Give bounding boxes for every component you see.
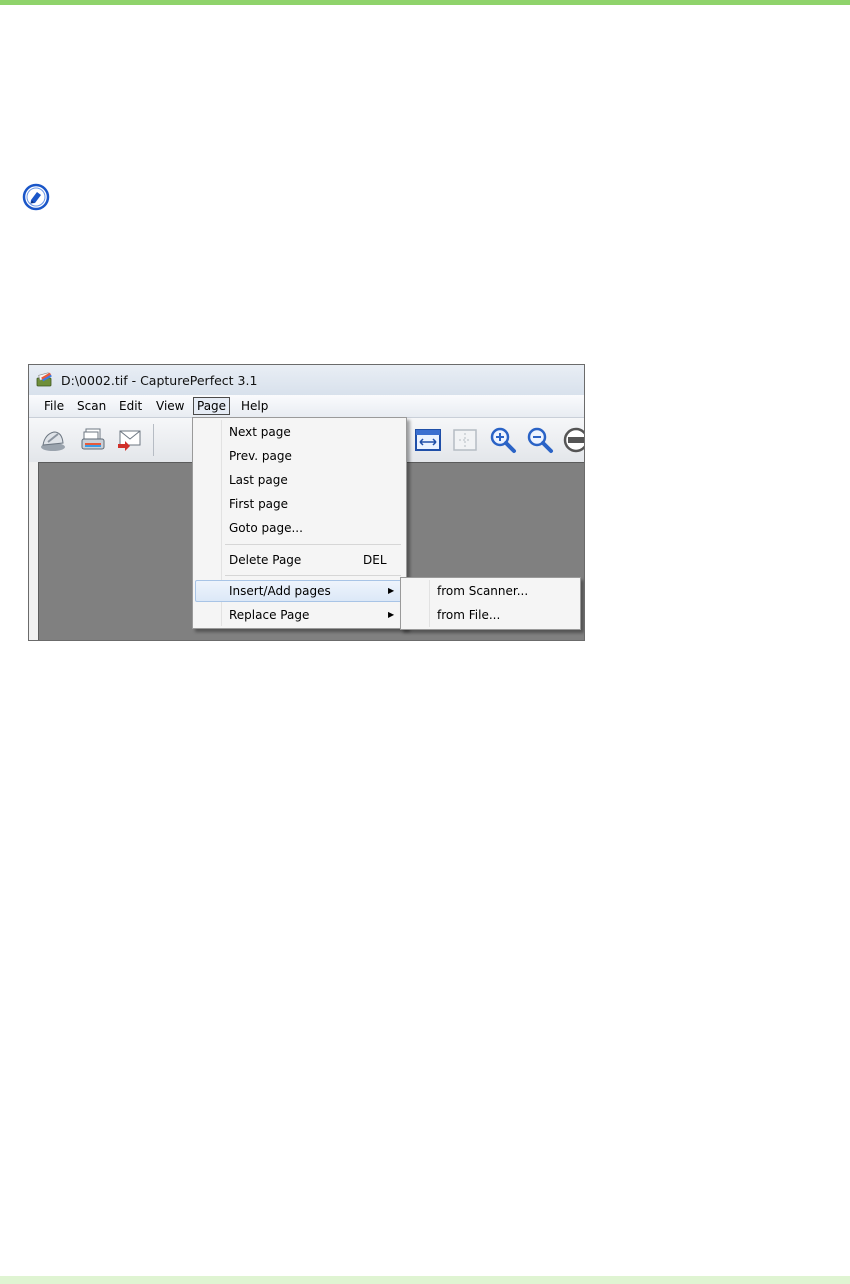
menu-item-replace-page[interactable]: Replace Page ▶: [195, 604, 404, 626]
toolbar-separator: [153, 424, 154, 456]
note-pencil-icon: [22, 183, 50, 211]
menu-bar: File Scan Edit View Page Help: [29, 395, 584, 418]
title-bar: D:\0002.tif - CapturePerfect 3.1: [29, 365, 584, 395]
menu-item-prev-page[interactable]: Prev. page: [195, 445, 404, 467]
insert-pages-submenu: from Scanner... from File...: [400, 577, 581, 630]
menu-page[interactable]: Page: [193, 397, 231, 415]
menu-item-insert-add-pages[interactable]: Insert/Add pages ▶: [195, 580, 406, 602]
menu-file[interactable]: File: [41, 398, 67, 414]
menu-item-from-scanner[interactable]: from Scanner...: [437, 580, 528, 602]
submenu-arrow-icon: ▶: [388, 610, 395, 619]
zoom-out-icon[interactable]: [526, 426, 554, 454]
menu-item-last-page[interactable]: Last page: [195, 469, 404, 491]
menu-item-label: Goto page...: [229, 521, 303, 535]
menu-view[interactable]: View: [153, 398, 187, 414]
menu-item-label: Prev. page: [229, 449, 292, 463]
menu-item-shortcut: DEL: [363, 553, 387, 567]
menu-item-label: Insert/Add pages: [229, 584, 331, 598]
scan-batch-icon[interactable]: [79, 426, 107, 454]
top-rule: [0, 0, 850, 5]
zoom-100-icon[interactable]: [562, 426, 585, 454]
menu-item-delete-page[interactable]: Delete Page DEL: [195, 549, 404, 571]
menu-item-label: Delete Page: [229, 553, 302, 567]
menu-separator: [225, 575, 401, 576]
captureperfect-app-icon: [36, 372, 52, 387]
menu-scan[interactable]: Scan: [74, 398, 109, 414]
menu-help[interactable]: Help: [238, 398, 271, 414]
menu-edit[interactable]: Edit: [116, 398, 145, 414]
menu-item-label: First page: [229, 497, 289, 511]
page-dropdown-menu: Next page Prev. page Last page First pag…: [192, 417, 407, 629]
submenu-arrow-icon: ▶: [388, 586, 395, 595]
zoom-in-icon[interactable]: [489, 426, 517, 454]
bottom-rule: [0, 1276, 850, 1284]
menu-item-next-page[interactable]: Next page: [195, 421, 404, 443]
menu-item-label: Replace Page: [229, 608, 310, 622]
fit-width-icon[interactable]: [414, 426, 442, 454]
scan-icon[interactable]: [39, 426, 67, 454]
menu-separator: [225, 544, 401, 545]
email-icon[interactable]: [115, 426, 143, 454]
menu-gutter: [429, 580, 430, 627]
menu-item-label: Next page: [229, 425, 291, 439]
fit-page-icon[interactable]: [451, 426, 479, 454]
menu-item-goto-page[interactable]: Goto page...: [195, 517, 404, 539]
window-title: D:\0002.tif - CapturePerfect 3.1: [61, 373, 258, 388]
menu-item-label: Last page: [229, 473, 288, 487]
app-window-screenshot: D:\0002.tif - CapturePerfect 3.1 File Sc…: [28, 364, 585, 641]
menu-item-first-page[interactable]: First page: [195, 493, 404, 515]
menu-item-from-file[interactable]: from File...: [437, 604, 500, 626]
